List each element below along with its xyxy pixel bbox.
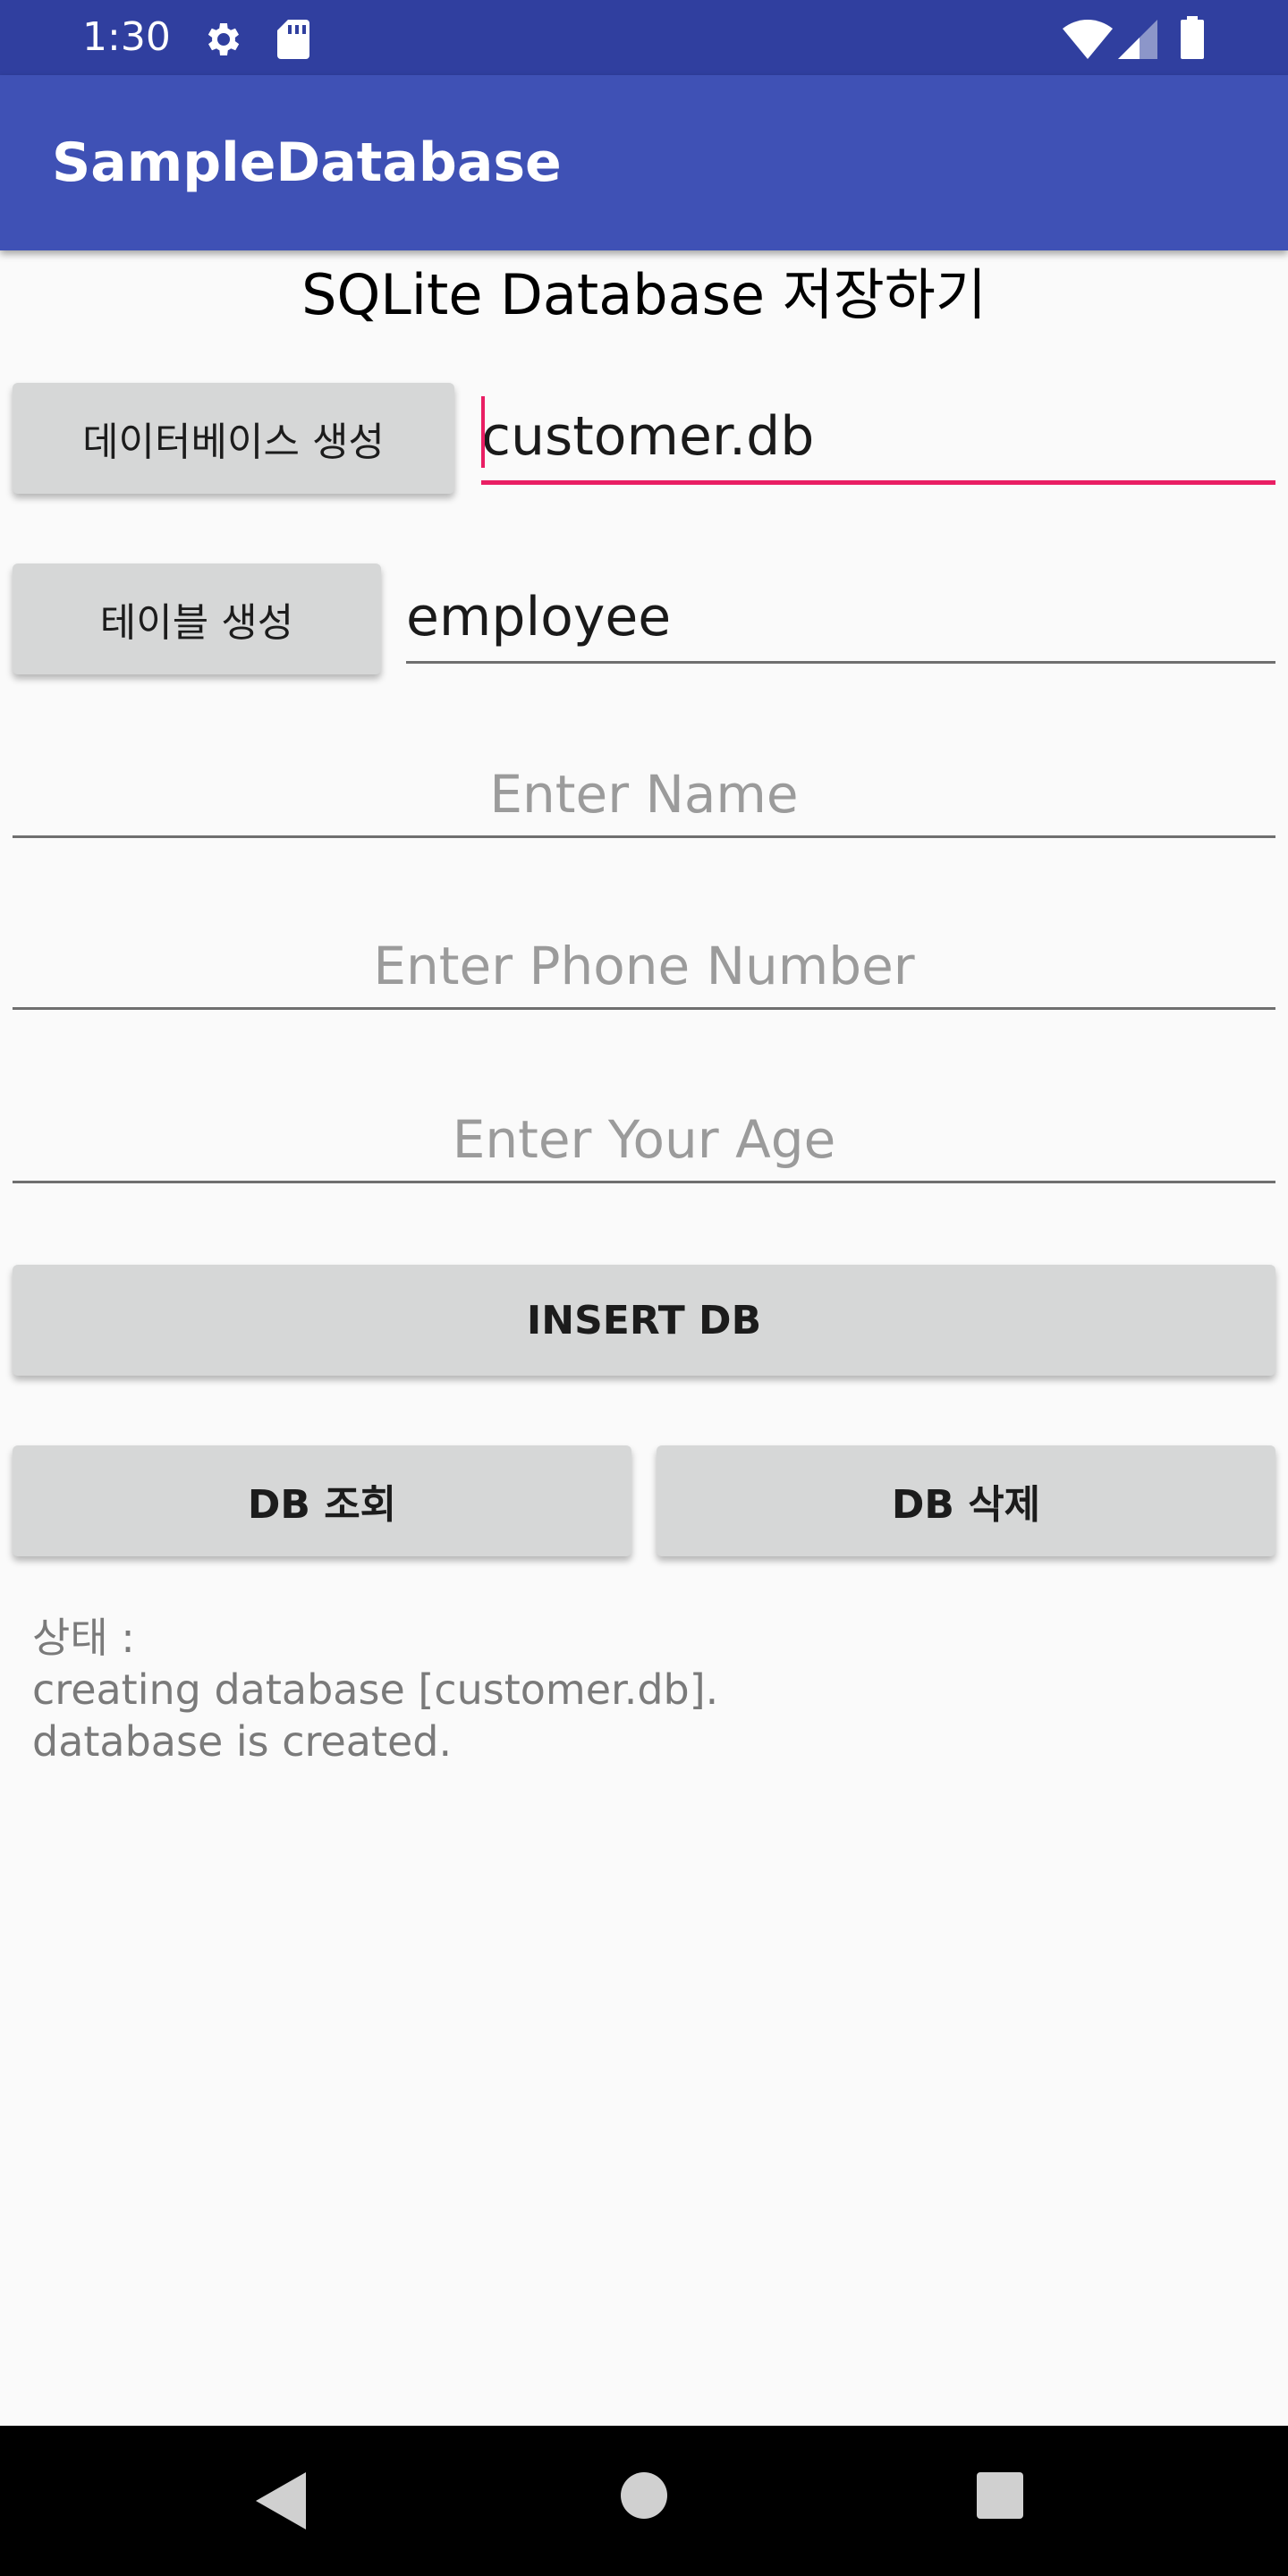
insert-db-button-label: INSERT DB — [526, 1297, 762, 1343]
query-db-button-label: DB 조회 — [247, 1482, 397, 1528]
status-line: creating database [customer.db]. — [32, 1665, 719, 1714]
age-input[interactable]: Enter Your Age — [13, 1109, 1275, 1183]
app-title: SampleDatabase — [52, 131, 562, 194]
database-name-value: customer.db — [481, 405, 815, 468]
phone-input[interactable]: Enter Phone Number — [13, 936, 1275, 1010]
back-icon[interactable] — [256, 2472, 309, 2533]
text-cursor — [481, 396, 485, 468]
table-name-value: employee — [406, 586, 672, 648]
delete-db-button[interactable]: DB 삭제 — [657, 1445, 1275, 1556]
create-table-button[interactable]: 테이블 생성 — [13, 564, 381, 674]
recents-icon[interactable] — [977, 2472, 1023, 2522]
status-line: database is created. — [32, 1717, 453, 1766]
wifi-icon — [1063, 20, 1113, 63]
create-table-button-label: 테이블 생성 — [99, 600, 294, 646]
home-icon[interactable] — [621, 2472, 667, 2522]
signal-icon — [1118, 20, 1157, 63]
status-bar: 1:30 — [0, 0, 1288, 75]
sd-card-icon — [274, 18, 313, 64]
table-name-field[interactable]: employee — [406, 565, 1275, 664]
status-line: 상태 : — [32, 1614, 135, 1662]
name-placeholder: Enter Name — [489, 764, 799, 825]
age-placeholder: Enter Your Age — [452, 1109, 836, 1170]
status-time: 1:30 — [82, 14, 171, 60]
delete-db-button-label: DB 삭제 — [891, 1482, 1041, 1528]
navigation-bar — [0, 2426, 1288, 2576]
app-bar: SampleDatabase — [0, 75, 1288, 250]
query-db-button[interactable]: DB 조회 — [13, 1445, 631, 1556]
name-input[interactable]: Enter Name — [13, 764, 1275, 838]
phone-placeholder: Enter Phone Number — [373, 936, 915, 996]
create-database-button[interactable]: 데이터베이스 생성 — [13, 383, 454, 494]
gear-icon — [202, 18, 245, 64]
create-database-button-label: 데이터베이스 생성 — [82, 419, 385, 465]
page-title: SQLite Database 저장하기 — [301, 262, 987, 327]
status-output: 상태 : creating database [customer.db]. da… — [32, 1612, 1106, 1767]
database-name-field[interactable]: customer.db — [481, 383, 1275, 485]
battery-icon — [1179, 16, 1206, 63]
insert-db-button[interactable]: INSERT DB — [13, 1265, 1275, 1376]
